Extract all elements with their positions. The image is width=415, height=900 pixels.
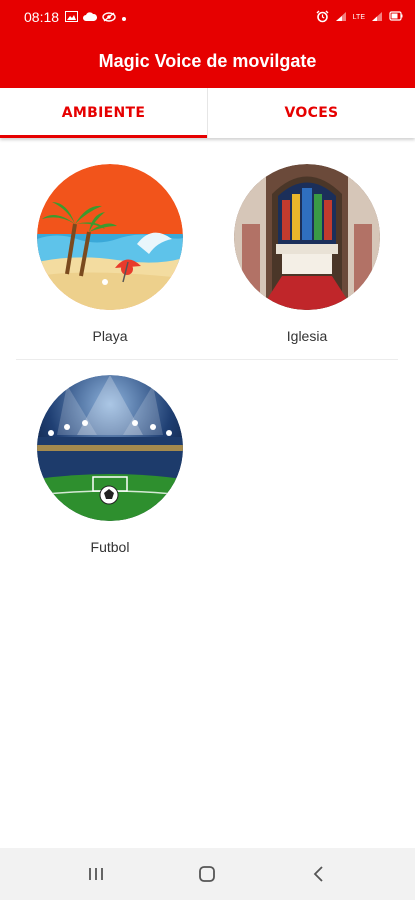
cloud-icon — [83, 9, 98, 25]
tab-ambiente-label: AMBIENTE — [61, 105, 146, 121]
status-time: 08:18 — [24, 9, 60, 25]
tab-voces[interactable]: VOCES — [208, 88, 415, 138]
dot-icon — [121, 9, 127, 25]
ambient-label-iglesia: Iglesia — [286, 328, 328, 344]
ambient-item-playa[interactable]: Playa — [30, 164, 190, 344]
network-type-label: LTE — [352, 13, 365, 21]
ambient-label-futbol: Futbol — [90, 539, 130, 555]
ambient-label-playa: Playa — [92, 328, 128, 344]
church-image — [234, 164, 380, 310]
system-status-icons: LTE — [316, 10, 403, 25]
tab-voces-label: VOCES — [284, 105, 339, 121]
system-nav-bar — [0, 848, 415, 900]
alarm-icon — [316, 10, 329, 25]
ambient-item-futbol[interactable]: Futbol — [30, 375, 190, 555]
signal-icon-2 — [371, 11, 383, 24]
stadium-image — [37, 375, 183, 521]
eye-off-icon — [102, 9, 116, 25]
app-bar: Magic Voice de movilgate — [0, 34, 415, 88]
battery-icon — [389, 10, 403, 24]
tab-ambiente[interactable]: AMBIENTE — [0, 88, 208, 138]
ambient-item-iglesia[interactable]: Iglesia — [227, 164, 387, 344]
gallery-icon — [65, 9, 79, 25]
beach-image — [37, 164, 183, 310]
back-button[interactable] — [294, 854, 344, 894]
app-title: Magic Voice de movilgate — [98, 50, 317, 71]
recents-button[interactable] — [71, 854, 121, 894]
back-icon — [313, 866, 323, 882]
home-icon — [199, 866, 216, 882]
row-divider — [16, 359, 398, 360]
signal-icon-1 — [335, 11, 347, 24]
home-button[interactable] — [182, 854, 232, 894]
tab-bar: AMBIENTE VOCES — [0, 88, 415, 138]
recents-icon — [88, 868, 103, 880]
notification-icons — [65, 9, 127, 25]
status-bar: 08:18 LTE — [0, 0, 415, 34]
